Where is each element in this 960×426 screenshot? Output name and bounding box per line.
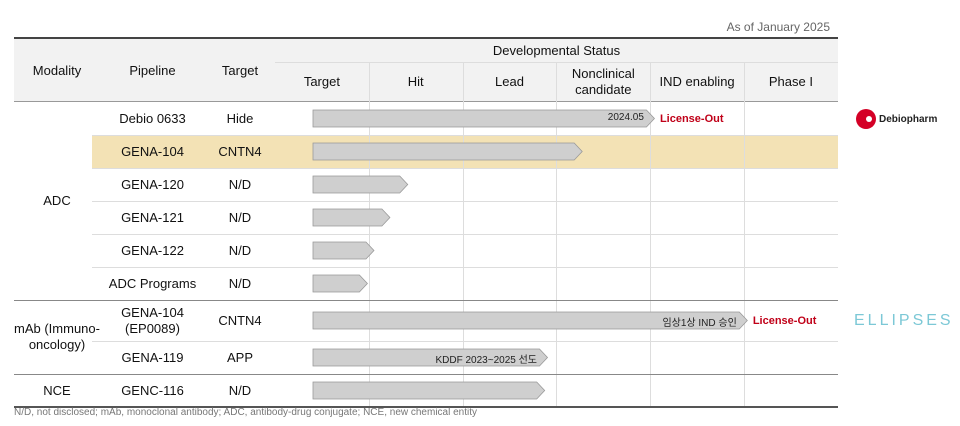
header-pipeline: Pipeline: [129, 62, 176, 78]
pipeline-name: GENA-121: [121, 209, 184, 225]
pipeline-name: GENA-120: [121, 176, 184, 192]
pipeline-name: GENA-119: [121, 349, 184, 365]
pipeline-name: ADC Programs: [108, 275, 197, 291]
progress-bar: [312, 274, 368, 293]
progress-bar: KDDF 2023~2025 선도: [312, 348, 548, 367]
pipeline-name: GENA-104 (EP0089): [121, 304, 184, 336]
target-name: N/D: [228, 275, 252, 291]
modality-label: ADC: [43, 193, 71, 209]
header-stage: Nonclinical candidate: [571, 66, 635, 97]
progress-bar: 2024.05: [312, 109, 655, 128]
pipeline-name: GENA-122: [121, 242, 184, 258]
bar-label: KDDF 2023~2025 선도: [435, 355, 538, 366]
as-of-date: As of January 2025: [726, 20, 830, 34]
progress-bar: [312, 142, 583, 161]
footnote: N/D, not disclosed; mAb, monoclonal anti…: [14, 407, 478, 418]
header-stage: Phase I: [768, 74, 813, 90]
debiopharm-circle-icon: [856, 109, 876, 129]
progress-bar: [312, 381, 545, 400]
target-name: APP: [226, 349, 253, 365]
license-out-status: License-Out: [659, 112, 724, 125]
header-stage: Hit: [407, 74, 424, 90]
header-stage: IND enabling: [659, 74, 735, 90]
ellipses-logo: ELLIPSES: [854, 312, 954, 329]
debiopharm-logo: Debiopharm: [856, 109, 937, 129]
progress-bar: [312, 241, 375, 260]
bar-label: 임상1상 IND 승인: [662, 318, 737, 329]
header-stage: Target: [303, 74, 340, 90]
license-out-status: License-Out: [752, 314, 817, 327]
target-name: N/D: [228, 209, 252, 225]
pipeline-name: Debio 0633: [119, 110, 186, 126]
modality-label: mAb (Immuno-oncology): [14, 321, 100, 352]
modality-label: NCE: [43, 382, 71, 398]
bar-label: 2024.05: [607, 112, 644, 123]
progress-bar: [312, 208, 390, 227]
target-name: N/D: [228, 382, 252, 398]
header-stage: Lead: [495, 74, 524, 90]
target-name: CNTN4: [218, 143, 262, 159]
header-target: Target: [221, 62, 259, 78]
pipeline-name: GENA-104: [121, 143, 184, 159]
pipeline-name: GENC-116: [121, 382, 184, 398]
target-name: N/D: [228, 242, 252, 258]
target-name: N/D: [228, 176, 252, 192]
header-developmental-status: Developmental Status: [492, 42, 621, 58]
header-modality: Modality: [32, 62, 82, 78]
target-name: Hide: [226, 110, 254, 126]
target-name: CNTN4: [218, 312, 262, 328]
progress-bar: 임상1상 IND 승인: [312, 311, 748, 330]
progress-bar: [312, 175, 408, 194]
